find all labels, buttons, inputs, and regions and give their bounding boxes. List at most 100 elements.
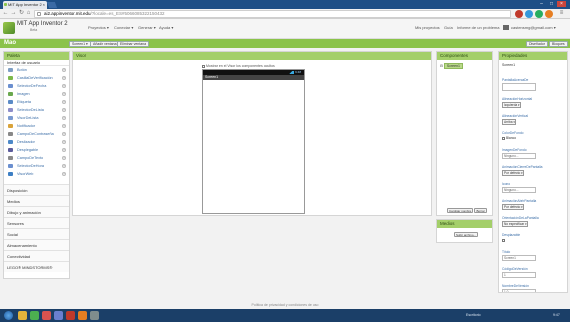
palette-item[interactable]: Etiqueta? (4, 98, 69, 106)
minimize-window-button[interactable]: – (537, 1, 546, 7)
office-app-icon[interactable] (66, 311, 75, 320)
menu-build[interactable]: Generar ▾ (138, 25, 156, 30)
help-icon[interactable]: ? (62, 92, 66, 96)
help-icon[interactable]: ? (62, 164, 66, 168)
property-dropdown[interactable]: Arriba ▾ (502, 119, 516, 125)
remove-screen-button[interactable]: Eliminar ventana (117, 40, 150, 47)
checkbox-icon[interactable] (502, 238, 505, 242)
help-icon[interactable]: ? (62, 84, 66, 88)
tab-close-icon[interactable]: × (43, 1, 45, 9)
help-icon[interactable]: ? (62, 132, 66, 136)
menu-projects[interactable]: Proyectos ▾ (88, 25, 109, 30)
palette-item[interactable]: Botón? (4, 66, 69, 74)
palette-category[interactable]: Social (4, 228, 69, 239)
palette-item[interactable]: SelectorDeHora? (4, 162, 69, 170)
rename-component-button[interactable]: Cambiar nombre (447, 208, 474, 213)
paint-app-icon[interactable] (54, 311, 63, 320)
property-dropdown[interactable]: Por defecto ▾ (502, 170, 524, 176)
language-icon[interactable] (503, 25, 509, 30)
checkbox-icon[interactable] (502, 136, 505, 140)
palette-category[interactable]: Dibujo y animación (4, 206, 69, 217)
component-tree-screen1[interactable]: ⊟ Screen1 (440, 63, 463, 69)
property-input[interactable]: 1.0 (502, 289, 536, 292)
help-icon[interactable]: ? (62, 140, 66, 144)
browser-tab-strip: MIT App Inventor 2 × – □ × (0, 0, 570, 9)
delete-component-button[interactable]: Borrar (474, 208, 487, 213)
maximize-window-button[interactable]: □ (547, 1, 556, 7)
property-dropdown[interactable]: Por defecto ▾ (502, 204, 524, 210)
guide-link[interactable]: Guía (444, 25, 453, 30)
palette-category[interactable]: Conectividad (4, 250, 69, 261)
palette-category[interactable]: Sensores (4, 217, 69, 228)
show-hidden-checkbox[interactable] (202, 64, 205, 68)
property-dropdown[interactable]: Izquierda ▾ (502, 102, 521, 108)
desktop-label[interactable]: Escritorio (466, 313, 481, 317)
browser-tab[interactable]: MIT App Inventor 2 × (3, 1, 47, 9)
help-icon[interactable]: ? (62, 116, 66, 120)
close-window-button[interactable]: × (557, 1, 566, 7)
explorer-app-icon[interactable] (18, 311, 27, 320)
forward-arrow-icon[interactable]: → (10, 10, 17, 17)
property-input[interactable]: Ninguno... (502, 187, 536, 193)
address-bar[interactable]: ai2.appinventor.mit.edu/?locale=es_ES#50… (34, 10, 511, 18)
tree-toggle-icon[interactable]: ⊟ (440, 64, 443, 68)
add-screen-button[interactable]: Añadir ventana (90, 40, 120, 47)
report-problem-link[interactable]: Informe de un problema (457, 25, 499, 30)
extension-icon[interactable] (515, 10, 523, 18)
extension-icon[interactable] (535, 10, 543, 18)
property-checkbox[interactable] (502, 238, 506, 242)
palette-item[interactable]: Notificador? (4, 122, 69, 130)
property-input[interactable]: 1 (502, 272, 536, 278)
palette-category[interactable]: Almacenamiento (4, 239, 69, 250)
designer-button[interactable]: Diseñador (526, 40, 548, 47)
menu-icon[interactable]: ≡ (558, 10, 565, 17)
component-screen1-label[interactable]: Screen1 (443, 63, 463, 69)
palette-item[interactable]: VisorWeb? (4, 170, 69, 178)
palette-item[interactable]: Imagen? (4, 90, 69, 98)
upload-file-button[interactable]: Subir archivo... (454, 232, 479, 237)
palette-item[interactable]: CasillaDeVerificación? (4, 74, 69, 82)
media-app-icon[interactable] (42, 311, 51, 320)
extension-icon[interactable] (525, 10, 533, 18)
palette-item[interactable]: Deslizador? (4, 138, 69, 146)
my-projects-link[interactable]: Mis proyectos (415, 25, 440, 30)
property-input[interactable]: Screen1 (502, 255, 536, 261)
back-arrow-icon[interactable]: ← (2, 10, 9, 17)
chrome-app-icon[interactable] (30, 311, 39, 320)
menu-help[interactable]: Ayuda ▾ (159, 25, 173, 30)
screen-selector[interactable]: Screen1 ▾ (69, 40, 91, 47)
help-icon[interactable]: ? (62, 124, 66, 128)
property-dropdown[interactable]: No especificar ▾ (502, 221, 528, 227)
palette-item[interactable]: Desplegable? (4, 146, 69, 154)
new-tab-button[interactable] (46, 2, 58, 8)
palette-item[interactable]: SelectorDeLista? (4, 106, 69, 114)
start-button[interactable] (4, 311, 13, 320)
help-icon[interactable]: ? (62, 76, 66, 80)
firefox-app-icon[interactable] (78, 311, 87, 320)
user-menu[interactable]: castensmg@gmail.com ▾ (511, 25, 556, 30)
help-icon[interactable]: ? (62, 172, 66, 176)
misc-app-icon[interactable] (90, 311, 99, 320)
palette-item[interactable]: CampoDeContraseña? (4, 130, 69, 138)
property-input[interactable]: Ninguno... (502, 153, 536, 159)
palette-category[interactable]: LEGO® MINDSTORMS® (4, 261, 69, 272)
home-icon[interactable]: ⌂ (25, 10, 32, 17)
palette-item[interactable]: VisorDeLista? (4, 114, 69, 122)
palette-category[interactable]: Disposición (4, 184, 69, 195)
help-icon[interactable]: ? (62, 148, 66, 152)
reload-icon[interactable]: ↻ (18, 10, 25, 17)
help-icon[interactable]: ? (62, 68, 66, 72)
help-icon[interactable]: ? (62, 108, 66, 112)
palette-category[interactable]: Medios (4, 195, 69, 206)
property-input[interactable] (502, 83, 536, 91)
menu-connect[interactable]: Conectar ▾ (114, 25, 133, 30)
palette-item[interactable]: CampoDeTexto? (4, 154, 69, 162)
help-icon[interactable]: ? (62, 100, 66, 104)
blocks-button[interactable]: Bloques (549, 40, 568, 47)
palette-item[interactable]: SelectorDeFecha? (4, 82, 69, 90)
help-icon[interactable]: ? (62, 156, 66, 160)
property-checkbox[interactable]: Blanco (502, 136, 516, 140)
phone-preview[interactable]: 9:48 Screen1 (202, 69, 305, 214)
show-hidden-components[interactable]: Mostrar en el Visor los componentes ocul… (202, 64, 275, 68)
rss-icon[interactable] (545, 10, 553, 18)
